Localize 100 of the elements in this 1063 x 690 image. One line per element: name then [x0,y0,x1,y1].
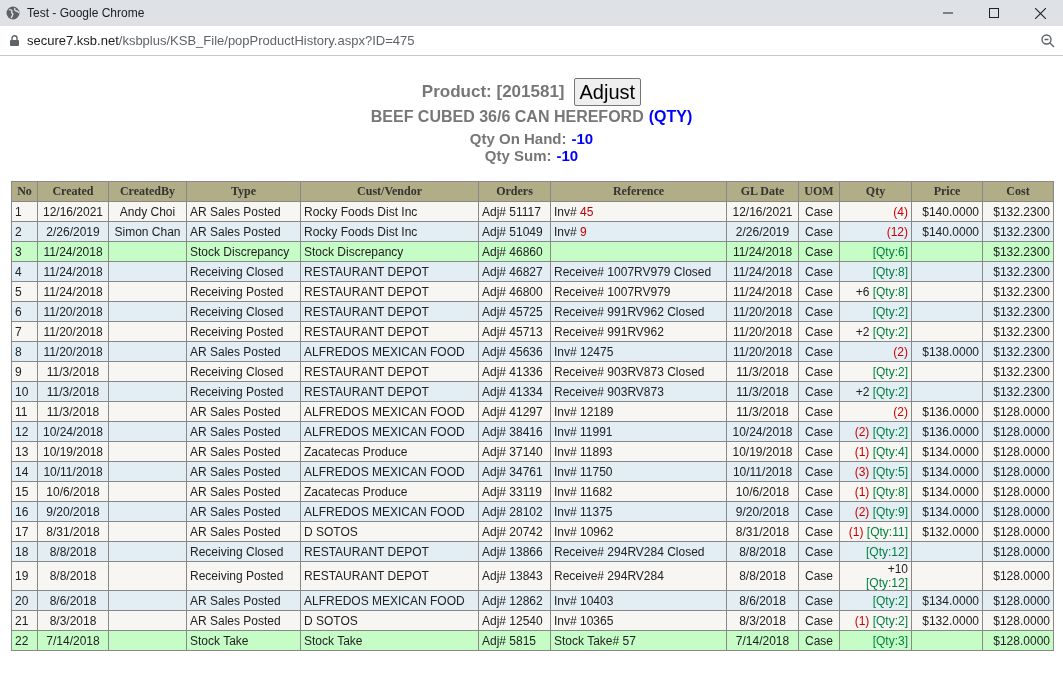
reference-cell: Receive# 1007RV979 Closed [550,261,727,282]
cost-cell: $128.0000 [982,421,1054,442]
adjust-button[interactable]: Adjust [573,78,642,106]
qty-balance: [Qty:8] [872,284,908,299]
cust-vendor-cell: D SOTOS [300,521,479,542]
price-cell: $136.0000 [911,421,983,442]
price-cell: $140.0000 [911,201,983,222]
column-header: Cost [982,181,1054,202]
order-cell: Adj# 28102 [478,501,551,522]
price-cell: $138.0000 [911,341,983,362]
reference-cell: Inv# 9 [550,221,727,242]
cost-cell: $128.0000 [982,590,1054,611]
qty-change: (1) [854,484,870,499]
type-cell: Stock Discrepancy [186,241,301,262]
order-cell: Adj# 38416 [478,421,551,442]
cost-cell: $132.2300 [982,221,1054,242]
cost-cell: $128.0000 [982,521,1054,542]
price-cell: $132.0000 [911,610,983,631]
qty-change: +2 [855,324,870,339]
created-cell: 2/26/2019 [37,221,109,242]
column-header: Price [911,181,983,202]
qty-balance: [Qty:9] [872,504,908,519]
qty-balance: [Qty:2] [872,364,908,379]
qty-balance: [Qty:2] [872,424,908,439]
cust-vendor-cell: ALFREDOS MEXICAN FOOD [300,461,479,482]
qty-balance: [Qty:2] [872,593,908,608]
uom-cell: Case [798,341,840,362]
reference-cell: Inv# 11991 [550,421,727,442]
cust-vendor-cell: Rocky Foods Dist Inc [300,221,479,242]
cust-vendor-cell: RESTAURANT DEPOT [300,381,479,402]
column-header: Cust/Vendor [300,181,479,202]
row-number-cell: 15 [11,481,38,502]
order-cell: Adj# 13843 [478,561,551,591]
type-cell: AR Sales Posted [186,481,301,502]
created-cell: 8/3/2018 [37,610,109,631]
cost-cell: $132.2300 [982,321,1054,342]
order-cell: Adj# 41336 [478,361,551,382]
uom-cell: Case [798,521,840,542]
row-number-cell: 9 [11,361,38,382]
qty-on-hand-label: Qty On Hand: [469,130,567,147]
gl-date-cell: 11/24/2018 [726,241,799,262]
row-number-cell: 16 [11,501,38,522]
row-number-cell: 6 [11,301,38,322]
uom-cell: Case [798,381,840,402]
cost-cell: $128.0000 [982,541,1054,562]
type-cell: Receiving Closed [186,301,301,322]
gl-date-cell: 11/20/2018 [726,301,799,322]
qty-change: (1) [854,444,870,459]
qty-change: (4) [893,204,908,219]
type-cell: AR Sales Posted [186,401,301,422]
price-cell: $136.0000 [911,401,983,422]
reference-cell: Inv# 11682 [550,481,727,502]
uom-cell: Case [798,261,840,282]
column-header: Reference [550,181,727,202]
gl-date-cell: 8/6/2018 [726,590,799,611]
price-cell: $134.0000 [911,461,983,482]
zoom-button[interactable] [1041,33,1055,48]
product-name: BEEF CUBED 36/6 CAN HEREFORD [370,108,644,126]
lock-icon [10,35,19,46]
created-cell: 11/24/2018 [37,281,109,302]
created-cell: 11/3/2018 [37,361,109,382]
uom-cell: Case [798,301,840,322]
created-cell: 11/3/2018 [37,381,109,402]
row-number-cell: 21 [11,610,38,631]
type-cell: Receiving Posted [186,321,301,342]
created-cell: 8/8/2018 [37,561,109,591]
qty-change: (1) [854,613,870,628]
qty-change: (1) [848,524,864,539]
gl-date-cell: 11/3/2018 [726,361,799,382]
cost-cell: $128.0000 [982,501,1054,522]
order-cell: Adj# 34761 [478,461,551,482]
qty-balance: [Qty:3] [872,633,908,648]
cost-cell: $128.0000 [982,561,1054,591]
type-cell: AR Sales Posted [186,341,301,362]
cust-vendor-cell: ALFREDOS MEXICAN FOOD [300,401,479,422]
created-cell: 10/24/2018 [37,421,109,442]
row-number-cell: 10 [11,381,38,402]
uom-cell: Case [798,281,840,302]
order-cell: Adj# 33119 [478,481,551,502]
reference-cell: Receive# 294RV284 [550,561,727,591]
order-cell: Adj# 45713 [478,321,551,342]
row-number-cell: 5 [11,281,38,302]
uom-cell: Case [798,610,840,631]
row-number-cell: 20 [11,590,38,611]
gl-date-cell: 8/31/2018 [726,521,799,542]
cust-vendor-cell: ALFREDOS MEXICAN FOOD [300,501,479,522]
cost-cell: $128.0000 [982,481,1054,502]
qty-balance: [Qty:4] [872,444,908,459]
uom-cell: Case [798,590,840,611]
url-text[interactable]: secure7.ksb.net/ksbplus/KSB_File/popProductHistory.aspx?ID=475 [27,33,1041,48]
qty-on-hand-value: -10 [571,130,594,147]
column-header: GL Date [726,181,799,202]
type-cell: AR Sales Posted [186,221,301,242]
unit-link[interactable]: (QTY) [648,108,693,126]
type-cell: AR Sales Posted [186,501,301,522]
cost-cell: $132.2300 [982,301,1054,322]
type-cell: Receiving Closed [186,261,301,282]
cust-vendor-cell: RESTAURANT DEPOT [300,261,479,282]
qty-change: (2) [893,404,908,419]
order-cell: Adj# 41334 [478,381,551,402]
